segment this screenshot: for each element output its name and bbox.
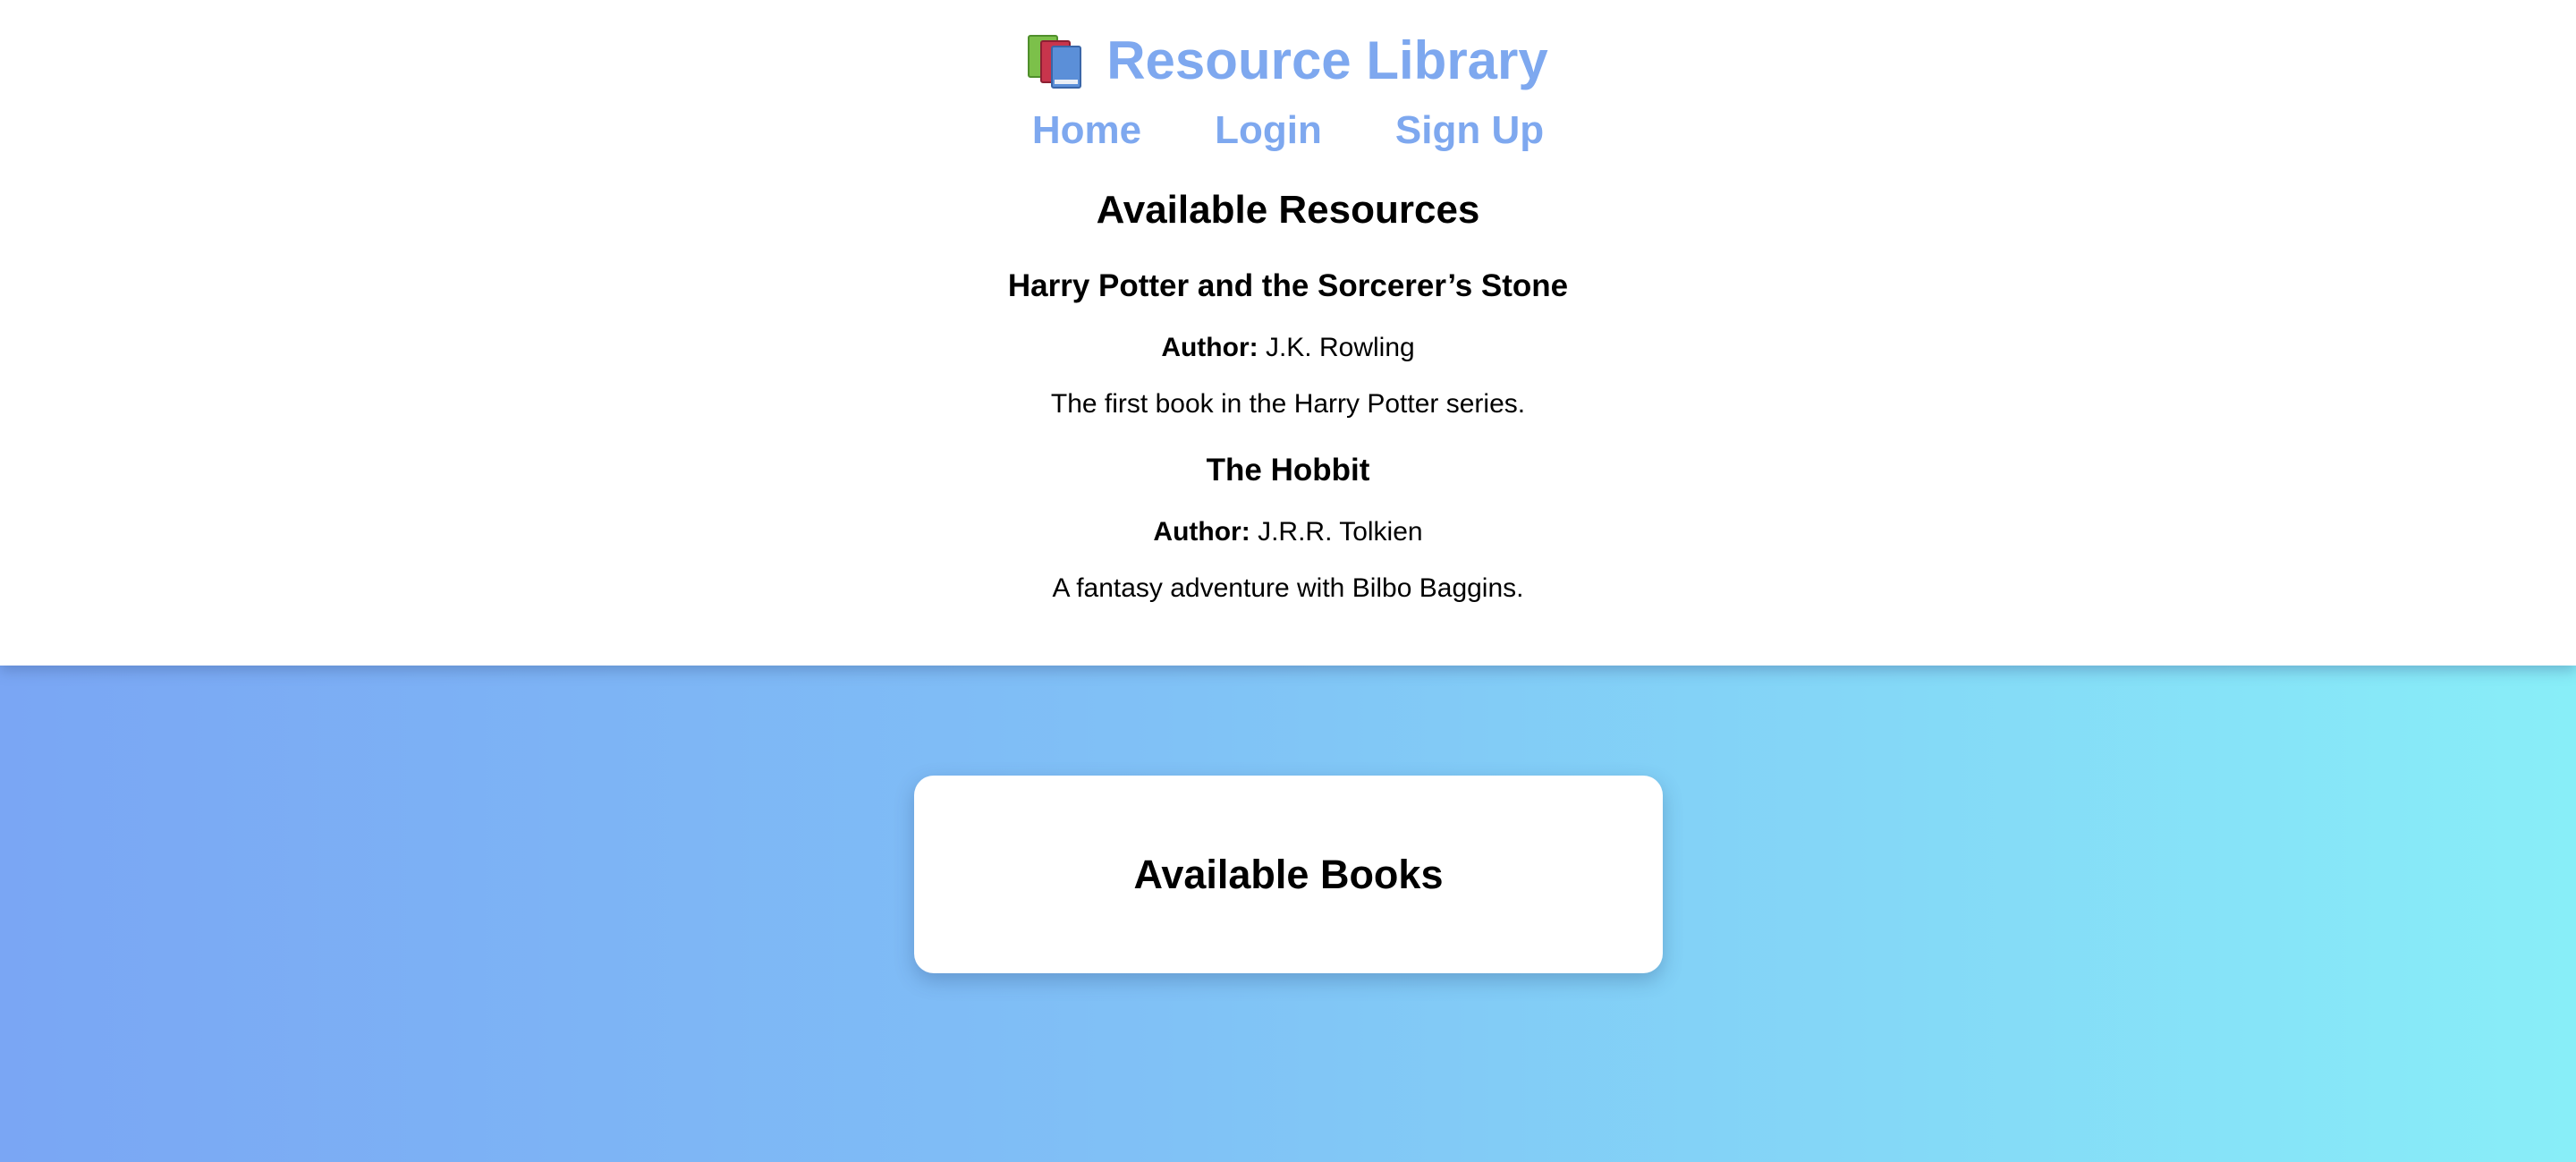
book-author: Author: J.R.R. Tolkien bbox=[0, 517, 2576, 547]
author-label: Author: bbox=[1153, 517, 1250, 547]
nav-link-sign-up[interactable]: Sign Up bbox=[1395, 108, 1544, 152]
book-title: Harry Potter and the Sorcerer’s Stone bbox=[1007, 268, 1569, 303]
author-label: Author: bbox=[1161, 333, 1258, 362]
main-nav: Home Login Sign Up bbox=[0, 108, 2576, 152]
book-entry: Harry Potter and the Sorcerer’s Stone Au… bbox=[0, 268, 2576, 419]
author-name: J.R.R. Tolkien bbox=[1258, 517, 1423, 547]
available-books-heading: Available Books bbox=[1133, 851, 1444, 897]
book-description: A fantasy adventure with Bilbo Baggins. bbox=[1052, 573, 1524, 603]
nav-link-login[interactable]: Login bbox=[1215, 108, 1322, 152]
site-header: Resource Library bbox=[0, 25, 2576, 97]
books-icon bbox=[1028, 35, 1083, 89]
book-author: Author: J.K. Rowling bbox=[0, 333, 2576, 363]
resource-panel: Resource Library Home Login Sign Up Avai… bbox=[0, 0, 2576, 666]
book-description: The first book in the Harry Potter serie… bbox=[1050, 389, 1526, 419]
available-books-card: Available Books bbox=[914, 776, 1663, 973]
book-entry: The Hobbit Author: J.R.R. Tolkien A fant… bbox=[0, 453, 2576, 603]
site-title: Resource Library bbox=[1106, 30, 1548, 90]
resources-heading: Available Resources bbox=[1096, 188, 1480, 232]
book-title: The Hobbit bbox=[1206, 453, 1370, 488]
nav-link-home[interactable]: Home bbox=[1032, 108, 1141, 152]
author-name: J.K. Rowling bbox=[1265, 333, 1415, 362]
